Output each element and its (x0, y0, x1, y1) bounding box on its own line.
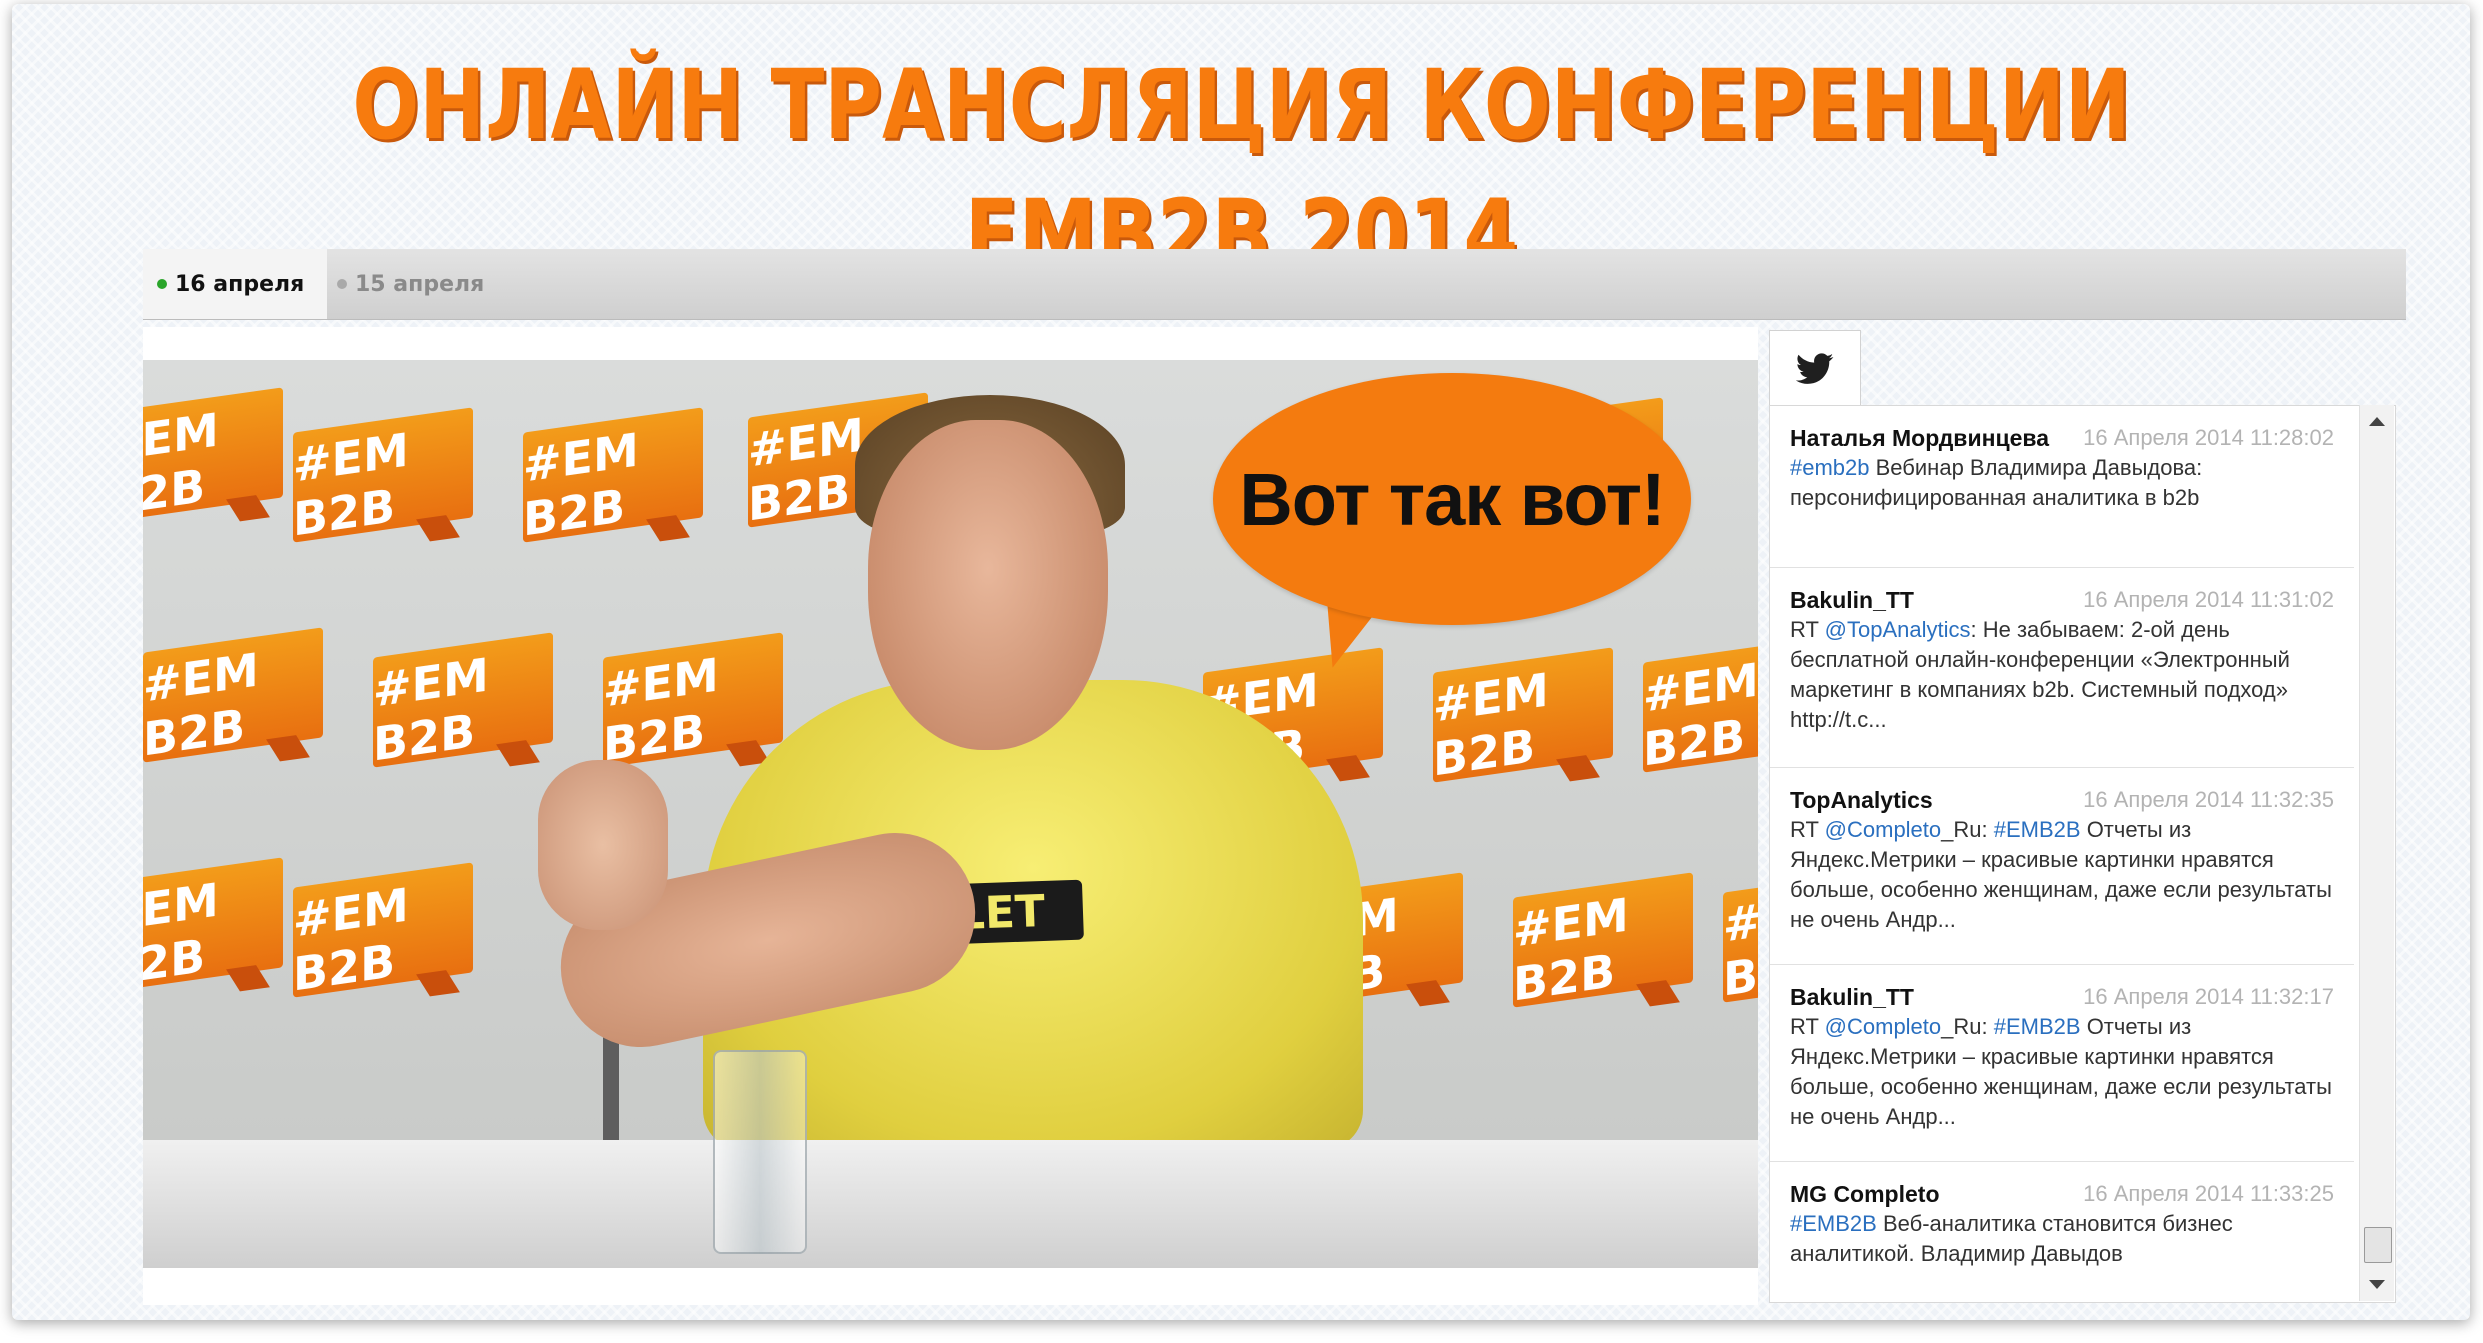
tweet-time: 16 Апреля 2014 11:28:02 (2083, 425, 2334, 450)
backdrop-logo: #EM B2B (1643, 637, 1758, 777)
tweet-user[interactable]: Наталья Мордвинцева (1790, 423, 2060, 453)
tweet-time: 16 Апреля 2014 11:31:02 (2083, 587, 2334, 612)
tweet-user[interactable]: Bakulin_TT (1790, 982, 2060, 1012)
tweet-mention-link[interactable]: @Completo (1825, 817, 1942, 842)
tweet-mid: _Ru: (1941, 1014, 1994, 1039)
backdrop-logo: #EM B2B (293, 407, 473, 547)
tweet-text: RT @TopAnalytics: Не забываем: 2-ой день… (1790, 615, 2334, 735)
active-dot-icon (157, 279, 167, 289)
tweet-text: #EMB2B Веб-аналитика становится бизнес а… (1790, 1209, 2334, 1269)
backdrop-logo: #EM B2B (143, 627, 323, 767)
twitter-scrollbar[interactable] (2359, 405, 2394, 1301)
backdrop-logo: #EM B2B (143, 387, 283, 527)
tweet-text: RT @Completo_Ru: #EMB2B Отчеты из Яндекс… (1790, 815, 2334, 935)
tweet-time: 16 Апреля 2014 11:32:35 (2083, 787, 2334, 812)
tab-label: 15 апреля (355, 271, 485, 297)
tweet-user[interactable]: MG Completo (1790, 1179, 2060, 1209)
scroll-thumb[interactable] (2364, 1227, 2392, 1263)
water-glass (713, 1050, 807, 1254)
tweet-item: 16 Апреля 2014 11:32:35 TopAnalytics RT … (1770, 768, 2354, 965)
backdrop-logo: #EM B2B (143, 857, 283, 997)
tweet-hashtag-link[interactable]: #emb2b (1790, 455, 1870, 480)
tab-april-15[interactable]: 15 апреля (323, 249, 517, 319)
twitter-tab[interactable] (1769, 330, 1861, 407)
tweet-item: 16 Апреля 2014 11:28:02 Наталья Мордвинц… (1770, 406, 2354, 568)
backdrop-logo: #EM B2B (293, 862, 473, 1002)
tweet-item: 16 Апреля 2014 11:33:25 MG Completo #EMB… (1770, 1162, 2354, 1302)
tweet-text: #emb2b Вебинар Владимира Давыдова: персо… (1790, 453, 2334, 513)
desk (143, 1140, 1758, 1268)
scroll-down-icon[interactable] (2369, 1280, 2385, 1289)
scroll-up-icon[interactable] (2369, 417, 2385, 426)
tweet-item: 16 Апреля 2014 11:31:02 Bakulin_TT RT @T… (1770, 568, 2354, 768)
tweet-hashtag-link[interactable]: #EMB2B (1790, 1211, 1877, 1236)
twitter-feed[interactable]: 16 Апреля 2014 11:28:02 Наталья Мордвинц… (1769, 405, 2396, 1303)
tweet-time: 16 Апреля 2014 11:32:17 (2083, 984, 2334, 1009)
speech-bubble: Вот так вот! (1213, 373, 1691, 625)
speaker-hand (538, 760, 668, 930)
tweet-mention-link[interactable]: @Completo (1825, 1014, 1942, 1039)
date-tabs: 16 апреля 15 апреля (143, 249, 2406, 320)
tab-april-16[interactable]: 16 апреля (143, 249, 327, 319)
speech-bubble-text: Вот так вот! (1239, 457, 1665, 541)
tweet-mid: _Ru: (1941, 817, 1994, 842)
tweet-mention-link[interactable]: @TopAnalytics (1825, 617, 1971, 642)
backdrop-logo: #EM B2B (603, 632, 783, 772)
tweet-item: 16 Апреля 2014 11:32:17 Bakulin_TT RT @C… (1770, 965, 2354, 1162)
backdrop-logo: #EM B2B (373, 632, 553, 772)
backdrop-logo: #EM B2B (1433, 647, 1613, 787)
tweet-prefix: RT (1790, 817, 1825, 842)
tab-label: 16 апреля (175, 271, 305, 297)
tweet-user[interactable]: Bakulin_TT (1790, 585, 2060, 615)
twitter-bird-icon (1796, 353, 1834, 384)
tweet-hashtag-link[interactable]: #EMB2B (1994, 1014, 2081, 1039)
inactive-dot-icon (337, 279, 347, 289)
tweet-text: RT @Completo_Ru: #EMB2B Отчеты из Яндекс… (1790, 1012, 2334, 1132)
tweet-prefix: RT (1790, 1014, 1825, 1039)
backdrop-logo: #EM B2B (523, 407, 703, 547)
backdrop-logo: #EM B2B (1513, 872, 1693, 1012)
backdrop-logo: #EM B2B (1723, 867, 1758, 1007)
tweet-prefix: RT (1790, 617, 1825, 642)
tweet-user[interactable]: TopAnalytics (1790, 785, 2060, 815)
tweet-hashtag-link[interactable]: #EMB2B (1994, 817, 2081, 842)
tweet-time: 16 Апреля 2014 11:33:25 (2083, 1181, 2334, 1206)
speaker-head (868, 420, 1108, 750)
